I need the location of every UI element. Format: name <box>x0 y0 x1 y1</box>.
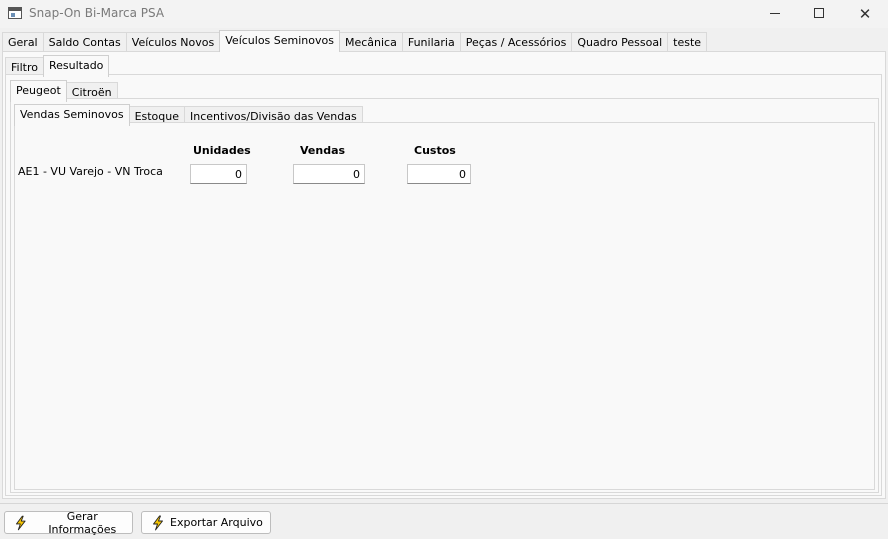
close-button[interactable]: ✕ <box>842 0 888 28</box>
tab-quadro-pessoal[interactable]: Quadro Pessoal <box>571 32 669 52</box>
window-title: Snap-On Bi-Marca PSA <box>29 6 165 20</box>
sales-input[interactable] <box>293 164 365 184</box>
tab-peugeot[interactable]: Peugeot <box>10 80 67 102</box>
tab-teste[interactable]: teste <box>667 32 708 52</box>
lightning-bolt-icon <box>15 515 26 530</box>
column-header-units: Unidades <box>193 144 251 157</box>
row-label: AE1 - VU Varejo - VN Troca <box>18 165 163 178</box>
column-header-costs: Custos <box>414 144 456 157</box>
maximize-button[interactable] <box>796 0 842 28</box>
column-header-sales: Vendas <box>300 144 346 157</box>
gerar-informacoes-label: Gerar Informações <box>48 509 117 536</box>
tab-veiculos-seminovos[interactable]: Veículos Seminovos <box>219 30 340 52</box>
tab-saldo-contas[interactable]: Saldo Contas <box>42 32 127 52</box>
costs-input[interactable] <box>407 164 471 184</box>
tab-geral[interactable]: Geral <box>2 32 44 52</box>
exportar-arquivo-label: Exportar Arquivo <box>170 516 263 529</box>
app-window-icon <box>8 7 22 19</box>
tab-resultado[interactable]: Resultado <box>42 55 110 77</box>
tab-mecanica[interactable]: Mecânica <box>338 32 403 52</box>
gerar-informacoes-button[interactable]: Gerar Informações <box>4 509 133 536</box>
tab-pecas-acessorios[interactable]: Peças / Acessórios <box>459 32 573 52</box>
title-bar: Snap-On Bi-Marca PSA ✕ <box>0 0 888 28</box>
bottom-separator <box>0 503 888 504</box>
minimize-icon <box>770 13 780 14</box>
lightning-bolt-icon <box>153 515 163 530</box>
tab-funilaria[interactable]: Funilaria <box>401 32 461 52</box>
minimize-button[interactable] <box>752 0 798 28</box>
close-icon: ✕ <box>858 5 872 23</box>
exportar-arquivo-button[interactable]: Exportar Arquivo <box>141 511 271 534</box>
tab-vendas-seminovos[interactable]: Vendas Seminovos <box>14 104 130 126</box>
tab-veiculos-novos[interactable]: Veículos Novos <box>125 32 221 52</box>
units-input[interactable] <box>190 164 247 184</box>
maximize-icon <box>814 7 824 18</box>
main-tab-bar: Geral Saldo Contas Veículos Novos Veícul… <box>2 30 708 52</box>
